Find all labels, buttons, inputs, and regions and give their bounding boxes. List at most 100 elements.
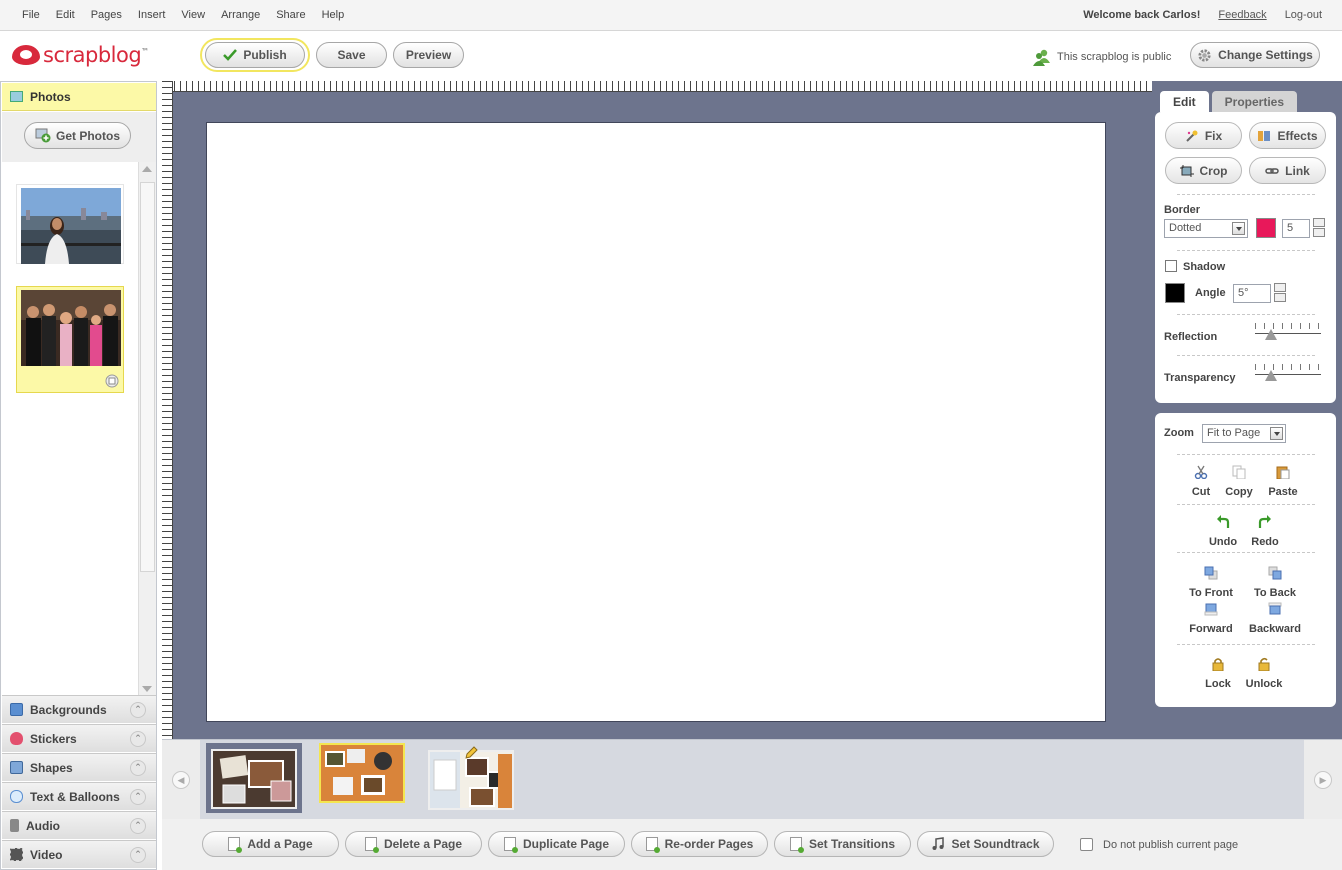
link-button[interactable]: Link: [1249, 157, 1326, 184]
expand-icon[interactable]: ⌃: [130, 702, 146, 718]
scrapbook-page[interactable]: [206, 122, 1106, 722]
zoom-select[interactable]: Fit to Page: [1202, 424, 1286, 443]
get-photos-button[interactable]: Get Photos: [24, 122, 131, 149]
slider-knob[interactable]: [1265, 370, 1277, 381]
main-menu: File Edit Pages Insert View Arrange Shar…: [14, 9, 352, 21]
backward-button[interactable]: Backward: [1245, 602, 1305, 635]
menu-help[interactable]: Help: [322, 9, 345, 21]
menu-arrange[interactable]: Arrange: [221, 9, 260, 21]
forward-button[interactable]: Forward: [1181, 602, 1241, 635]
border-width-input[interactable]: 5: [1282, 219, 1310, 238]
page-slot-2[interactable]: [315, 743, 411, 813]
change-settings-button[interactable]: Change Settings: [1190, 42, 1320, 68]
page-thumbnail[interactable]: [211, 749, 297, 809]
to-front-button[interactable]: To Front: [1181, 566, 1241, 599]
effects-button[interactable]: Effects: [1249, 122, 1326, 149]
shapes-icon: [10, 761, 23, 774]
page-slot-1[interactable]: [206, 743, 302, 813]
backward-label: Backward: [1249, 623, 1301, 635]
border-color-swatch[interactable]: [1256, 218, 1276, 238]
paste-label: Paste: [1268, 486, 1298, 498]
tab-properties[interactable]: Properties: [1211, 91, 1298, 112]
tab-edit[interactable]: Edit: [1160, 91, 1209, 112]
publish-button[interactable]: Publish: [205, 42, 305, 68]
fix-button[interactable]: Fix: [1165, 122, 1242, 149]
logout-link[interactable]: Log-out: [1285, 9, 1322, 21]
transparency-slider[interactable]: [1255, 364, 1321, 384]
photos-panel-header[interactable]: Photos: [2, 83, 156, 111]
feedback-link[interactable]: Feedback: [1218, 9, 1266, 21]
menu-pages[interactable]: Pages: [91, 9, 122, 21]
scrapblog-logo[interactable]: scrapblog™: [12, 43, 149, 67]
menu-file[interactable]: File: [22, 9, 40, 21]
crop-button[interactable]: Crop: [1165, 157, 1242, 184]
do-not-publish-option[interactable]: Do not publish current page: [1080, 838, 1238, 851]
menu-share[interactable]: Share: [276, 9, 305, 21]
shadow-checkbox[interactable]: [1165, 260, 1177, 272]
paste-icon: [1276, 466, 1290, 480]
redo-button[interactable]: Redo: [1235, 515, 1295, 548]
angle-value: 5°: [1238, 287, 1249, 299]
save-button[interactable]: Save: [316, 42, 387, 68]
speech-balloon-icon: [10, 790, 23, 803]
to-back-label: To Back: [1254, 587, 1296, 599]
add-page-label: Add a Page: [247, 837, 313, 851]
photo-list-scrollbar[interactable]: [138, 162, 156, 698]
photo-thumbnail-selected[interactable]: [16, 286, 124, 393]
divider: [1177, 250, 1315, 251]
angle-stepper[interactable]: [1274, 283, 1286, 303]
page-thumbnail-selected[interactable]: [319, 743, 405, 803]
expand-icon[interactable]: ⌃: [130, 847, 146, 863]
scrollbar-thumb[interactable]: [140, 182, 155, 572]
link-icon: [1265, 167, 1279, 174]
accordion-audio[interactable]: Audio ⌃: [2, 811, 156, 839]
border-style-select[interactable]: Dotted: [1164, 219, 1248, 238]
menu-edit[interactable]: Edit: [56, 9, 75, 21]
edit-card: Fix Effects Crop Link Border Dotted 5 Sh…: [1155, 112, 1336, 403]
angle-input[interactable]: 5°: [1233, 284, 1271, 303]
preview-label: Preview: [405, 48, 452, 62]
accordion-stickers[interactable]: Stickers ⌃: [2, 724, 156, 752]
do-not-publish-checkbox[interactable]: [1080, 838, 1093, 851]
accordion-label: Text & Balloons: [30, 789, 120, 804]
photo-thumbnail[interactable]: [16, 184, 124, 264]
set-transitions-button[interactable]: Set Transitions: [774, 831, 911, 857]
add-photo-icon: [35, 128, 51, 143]
menu-insert[interactable]: Insert: [138, 9, 166, 21]
music-note-icon: [932, 837, 945, 850]
accordion-backgrounds[interactable]: Backgrounds ⌃: [2, 695, 156, 723]
slider-knob[interactable]: [1265, 329, 1277, 340]
reflection-slider[interactable]: [1255, 323, 1321, 343]
duplicate-page-button[interactable]: Duplicate Page: [488, 831, 625, 857]
accordion-shapes[interactable]: Shapes ⌃: [2, 753, 156, 781]
reorder-pages-label: Re-order Pages: [664, 837, 754, 851]
strip-next-button[interactable]: ▶: [1304, 740, 1342, 820]
divider: [1177, 194, 1315, 195]
preview-button[interactable]: Preview: [393, 42, 464, 68]
logo-mark-icon: [12, 45, 40, 65]
shadow-color-swatch[interactable]: [1165, 283, 1185, 303]
add-page-button[interactable]: Add a Page: [202, 831, 339, 857]
scroll-up-icon[interactable]: [142, 166, 152, 172]
expand-icon[interactable]: ⌃: [130, 731, 146, 747]
publish-label: Publish: [243, 48, 287, 62]
strip-prev-button[interactable]: ◀: [162, 740, 200, 820]
link-label: Link: [1285, 163, 1310, 178]
reorder-pages-button[interactable]: Re-order Pages: [631, 831, 768, 857]
expand-icon[interactable]: ⌃: [130, 760, 146, 776]
page-slot-3[interactable]: [424, 743, 520, 813]
menu-view[interactable]: View: [181, 9, 205, 21]
accordion-text-balloons[interactable]: Text & Balloons ⌃: [2, 782, 156, 810]
set-soundtrack-button[interactable]: Set Soundtrack: [917, 831, 1054, 857]
page-strip: ◀ ▶: [162, 739, 1342, 820]
expand-icon[interactable]: ⌃: [130, 789, 146, 805]
accordion-video[interactable]: Video ⌃: [2, 840, 156, 868]
scroll-down-icon[interactable]: [142, 686, 152, 692]
delete-page-button[interactable]: Delete a Page: [345, 831, 482, 857]
paste-button[interactable]: Paste: [1253, 465, 1313, 498]
border-width-stepper[interactable]: [1313, 218, 1325, 238]
to-back-button[interactable]: To Back: [1245, 566, 1305, 599]
unlock-button[interactable]: Unlock: [1234, 657, 1294, 690]
expand-icon[interactable]: ⌃: [130, 818, 146, 834]
to-front-label: To Front: [1189, 587, 1233, 599]
